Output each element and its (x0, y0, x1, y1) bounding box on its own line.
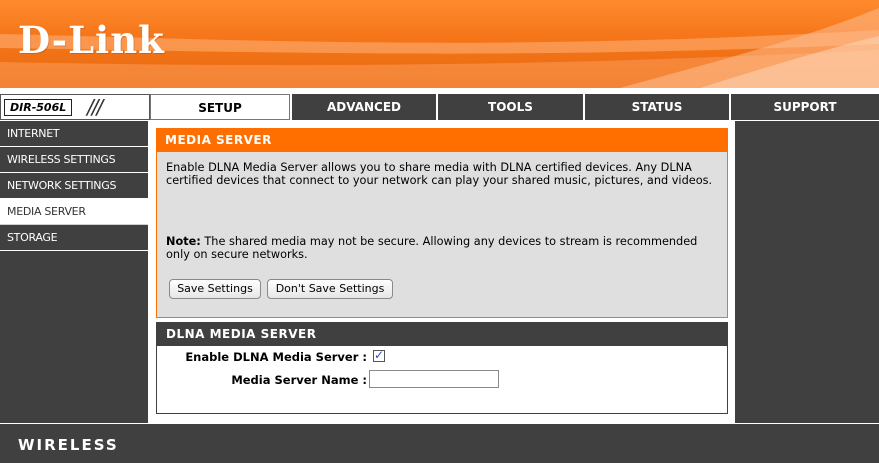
enable-dlna-label: Enable DLNA Media Server : (185, 350, 367, 364)
main-content: MEDIA SERVER Enable DLNA Media Server al… (150, 121, 734, 423)
model-badge: DIR-506L /// (0, 94, 150, 120)
tab-setup[interactable]: SETUP (150, 94, 290, 120)
model-slashes-icon: /// (87, 95, 103, 119)
sidebar-nav: INTERNET WIRELESS SETTINGS NETWORK SETTI… (0, 121, 149, 423)
header-banner: D-Link (0, 0, 879, 88)
dont-save-settings-button[interactable]: Don't Save Settings (267, 279, 393, 299)
media-server-name-label: Media Server Name : (231, 373, 367, 387)
tab-status[interactable]: STATUS (583, 94, 729, 120)
tab-support[interactable]: SUPPORT (729, 94, 879, 120)
media-server-note: Note: The shared media may not be secure… (166, 235, 722, 261)
media-server-description: Enable DLNA Media Server allows you to s… (166, 161, 713, 187)
note-label: Note: (166, 235, 201, 248)
tab-advanced[interactable]: ADVANCED (290, 94, 436, 120)
tab-tools[interactable]: TOOLS (436, 94, 583, 120)
dlink-logo: D-Link (18, 18, 165, 62)
model-name: DIR-506L (4, 99, 73, 116)
dlna-media-server-panel: DLNA MEDIA SERVER Enable DLNA Media Serv… (156, 322, 728, 414)
media-server-name-input[interactable] (369, 370, 499, 388)
save-settings-button[interactable]: Save Settings (169, 279, 261, 299)
sidebar-item-internet[interactable]: INTERNET (0, 121, 148, 147)
enable-dlna-checkbox[interactable]: ✓ (373, 349, 385, 362)
sidebar-item-wireless-settings[interactable]: WIRELESS SETTINGS (0, 147, 148, 173)
right-help-column (734, 121, 879, 423)
note-text: The shared media may not be secure. Allo… (166, 235, 698, 261)
sidebar-item-network-settings[interactable]: NETWORK SETTINGS (0, 173, 148, 199)
footer-bar: WIRELESS (0, 423, 879, 463)
media-server-panel: MEDIA SERVER Enable DLNA Media Server al… (156, 128, 728, 318)
top-tab-bar: DIR-506L /// SETUP ADVANCED TOOLS STATUS… (0, 94, 879, 120)
footer-wireless-label: WIRELESS (18, 436, 119, 454)
sidebar-item-media-server[interactable]: MEDIA SERVER (0, 199, 148, 225)
media-server-title: MEDIA SERVER (157, 129, 727, 152)
dlna-media-server-title: DLNA MEDIA SERVER (157, 323, 727, 346)
sidebar-item-storage[interactable]: STORAGE (0, 225, 148, 251)
